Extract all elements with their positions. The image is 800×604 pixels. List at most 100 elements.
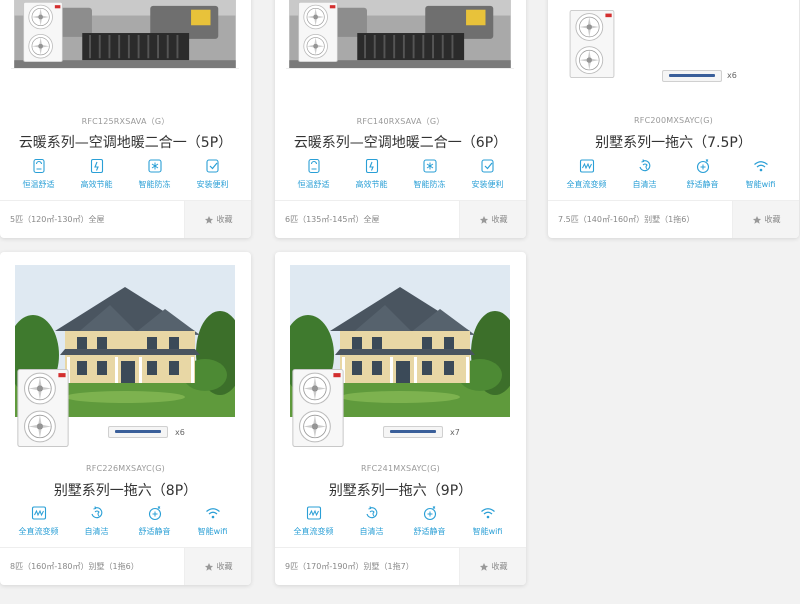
product-spec: 5匹（120㎡-130㎡）全屋 bbox=[10, 215, 105, 224]
feature-label: 恒温舒适 bbox=[297, 180, 330, 189]
easy-install-icon bbox=[205, 158, 221, 174]
product-card[interactable]: RFC125RXSAVA（G） 云暖系列—空调地暖二合一（5P） 恒温舒适 高效… bbox=[0, 0, 251, 238]
favorite-label: 收藏 bbox=[216, 562, 233, 571]
wifi-icon bbox=[205, 505, 221, 521]
thermostat-icon bbox=[31, 158, 47, 174]
feature-label: 自清洁 bbox=[632, 180, 657, 189]
feature-wifi[interactable]: 智能wifi bbox=[461, 505, 515, 537]
feature-label: 安装便利 bbox=[471, 180, 504, 189]
product-name[interactable]: 别墅系列一拖六（9P） bbox=[275, 480, 526, 500]
favorite-button[interactable]: 收藏 bbox=[459, 201, 526, 238]
feature-dc-inverter[interactable]: 全直流变频 bbox=[560, 158, 614, 190]
product-model: RFC241MXSAYC(G) bbox=[361, 464, 440, 473]
feature-anti-freeze[interactable]: 智能防冻 bbox=[128, 158, 182, 190]
product-image bbox=[11, 0, 239, 69]
feature-label: 高效节能 bbox=[80, 180, 113, 189]
indoor-unit-image bbox=[108, 426, 168, 438]
feature-label: 恒温舒适 bbox=[22, 180, 55, 189]
feature-label: 全直流变频 bbox=[566, 180, 607, 189]
indoor-unit-image bbox=[383, 426, 443, 438]
product-image bbox=[286, 0, 514, 69]
feature-energy-saving[interactable]: 高效节能 bbox=[345, 158, 399, 190]
wifi-icon bbox=[480, 505, 496, 521]
star-icon bbox=[752, 215, 762, 225]
feature-label: 自清洁 bbox=[84, 527, 109, 536]
star-icon bbox=[204, 562, 214, 572]
favorite-button[interactable]: 收藏 bbox=[184, 548, 251, 585]
feature-quiet[interactable]: 舒适静音 bbox=[128, 505, 182, 537]
product-model: RFC200MXSAYC(G) bbox=[634, 116, 713, 125]
favorite-label: 收藏 bbox=[491, 562, 508, 571]
product-name[interactable]: 云暖系列—空调地暖二合一（5P） bbox=[0, 132, 251, 152]
product-name[interactable]: 云暖系列—空调地暖二合一（6P） bbox=[275, 132, 526, 152]
feature-quiet[interactable]: 舒适静音 bbox=[403, 505, 457, 537]
feature-easy-install[interactable]: 安装便利 bbox=[186, 158, 240, 190]
favorite-button[interactable]: 收藏 bbox=[184, 201, 251, 238]
energy-saving-icon bbox=[89, 158, 105, 174]
product-model: RFC226MXSAYC(G) bbox=[86, 464, 165, 473]
feature-self-clean[interactable]: 自清洁 bbox=[618, 158, 672, 190]
dc-inverter-icon bbox=[31, 505, 47, 521]
feature-thermostat[interactable]: 恒温舒适 bbox=[12, 158, 66, 190]
feature-label: 智能wifi bbox=[472, 527, 503, 536]
feature-wifi[interactable]: 智能wifi bbox=[186, 505, 240, 537]
energy-saving-icon bbox=[364, 158, 380, 174]
product-image: x6 bbox=[559, 0, 787, 102]
feature-label: 自清洁 bbox=[359, 527, 384, 536]
product-card[interactable]: x6 RFC200MXSAYC(G) 别墅系列一拖六（7.5P） 全直流变频 自… bbox=[548, 0, 799, 238]
easy-install-icon bbox=[480, 158, 496, 174]
feature-label: 全直流变频 bbox=[293, 527, 334, 536]
outdoor-unit-image bbox=[21, 2, 65, 62]
star-icon bbox=[479, 562, 489, 572]
feature-label: 安装便利 bbox=[196, 180, 229, 189]
product-model: RFC125RXSAVA（G） bbox=[81, 117, 170, 126]
feature-label: 舒适静音 bbox=[686, 180, 719, 189]
product-card[interactable]: RFC140RXSAVA（G） 云暖系列—空调地暖二合一（6P） 恒温舒适 高效… bbox=[275, 0, 526, 238]
feature-energy-saving[interactable]: 高效节能 bbox=[70, 158, 124, 190]
favorite-label: 收藏 bbox=[491, 215, 508, 224]
feature-label: 舒适静音 bbox=[138, 527, 171, 536]
star-icon bbox=[204, 215, 214, 225]
feature-label: 全直流变频 bbox=[18, 527, 59, 536]
favorite-label: 收藏 bbox=[764, 215, 781, 224]
product-spec: 8匹（160㎡-180㎡）别墅（1拖6） bbox=[10, 562, 139, 571]
feature-label: 智能防冻 bbox=[138, 180, 171, 189]
feature-label: 智能防冻 bbox=[413, 180, 446, 189]
anti-freeze-icon bbox=[147, 158, 163, 174]
feature-label: 高效节能 bbox=[355, 180, 388, 189]
feature-quiet[interactable]: 舒适静音 bbox=[676, 158, 730, 190]
feature-anti-freeze[interactable]: 智能防冻 bbox=[403, 158, 457, 190]
indoor-unit-image bbox=[662, 70, 722, 82]
favorite-button[interactable]: 收藏 bbox=[732, 201, 799, 238]
feature-wifi[interactable]: 智能wifi bbox=[734, 158, 788, 190]
product-spec: 6匹（135㎡-145㎡）全屋 bbox=[285, 215, 380, 224]
self-clean-icon bbox=[637, 158, 653, 174]
self-clean-icon bbox=[89, 505, 105, 521]
thermostat-icon bbox=[306, 158, 322, 174]
outdoor-unit-image bbox=[292, 369, 344, 447]
feature-self-clean[interactable]: 自清洁 bbox=[345, 505, 399, 537]
feature-dc-inverter[interactable]: 全直流变频 bbox=[287, 505, 341, 537]
indoor-unit-count: x6 bbox=[175, 428, 185, 437]
feature-dc-inverter[interactable]: 全直流变频 bbox=[12, 505, 66, 537]
feature-label: 智能wifi bbox=[745, 180, 776, 189]
feature-thermostat[interactable]: 恒温舒适 bbox=[287, 158, 341, 190]
outdoor-unit-image bbox=[296, 2, 340, 62]
favorite-label: 收藏 bbox=[216, 215, 233, 224]
feature-easy-install[interactable]: 安装便利 bbox=[461, 158, 515, 190]
favorite-button[interactable]: 收藏 bbox=[459, 548, 526, 585]
product-card[interactable]: x7 RFC241MXSAYC(G) 别墅系列一拖六（9P） 全直流变频 自清洁… bbox=[275, 252, 526, 585]
dc-inverter-icon bbox=[579, 158, 595, 174]
quiet-icon bbox=[695, 158, 711, 174]
product-card[interactable]: x6 RFC226MXSAYC(G) 别墅系列一拖六（8P） 全直流变频 自清洁… bbox=[0, 252, 251, 585]
self-clean-icon bbox=[364, 505, 380, 521]
quiet-icon bbox=[422, 505, 438, 521]
feature-label: 舒适静音 bbox=[413, 527, 446, 536]
product-name[interactable]: 别墅系列一拖六（7.5P） bbox=[548, 132, 799, 152]
quiet-icon bbox=[147, 505, 163, 521]
indoor-unit-count: x6 bbox=[727, 71, 737, 80]
product-image: x6 bbox=[11, 263, 239, 449]
feature-self-clean[interactable]: 自清洁 bbox=[70, 505, 124, 537]
product-name[interactable]: 别墅系列一拖六（8P） bbox=[0, 480, 251, 500]
anti-freeze-icon bbox=[422, 158, 438, 174]
